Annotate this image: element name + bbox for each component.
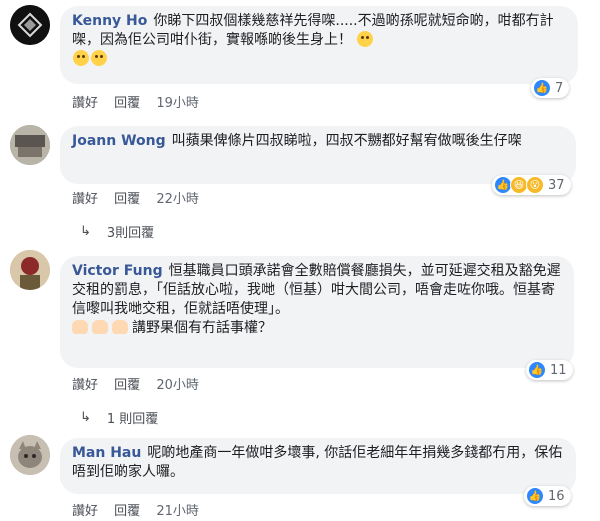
- reply-link[interactable]: 回覆: [114, 504, 140, 519]
- reply-link[interactable]: 回覆: [114, 96, 140, 111]
- replies-count-label: 1 則回覆: [106, 412, 159, 427]
- timestamp[interactable]: 19小時: [156, 96, 199, 111]
- avatar-image: [10, 250, 50, 290]
- reaction-summary[interactable]: 👍 16: [524, 486, 571, 506]
- reply-arrow-icon: ↳: [80, 224, 91, 239]
- reply-link[interactable]: 回覆: [114, 192, 140, 207]
- reaction-summary[interactable]: 👍 7: [531, 78, 570, 98]
- comment-text-extra: 講野果個有冇話事權？: [132, 320, 272, 336]
- like-link[interactable]: 讚好: [72, 192, 98, 207]
- avatar[interactable]: [10, 435, 50, 475]
- comment-text: 呢啲地產商一年做咁多壞事, 你話佢老細年年捐幾多錢都冇用，保佑唔到佢啲家人囉。: [72, 445, 563, 480]
- comment-author[interactable]: Man Hau: [72, 445, 141, 461]
- reply-link[interactable]: 回覆: [114, 378, 140, 393]
- thumbs-up-icon: 👍: [533, 79, 551, 97]
- reaction-count: 16: [548, 488, 565, 504]
- comment-bubble: Kenny Ho 你睇下四叔個樣幾慈祥先得㗎.....不過啲孫呢就短命啲，咁都冇計…: [60, 6, 578, 84]
- pointing-hand-icon: [112, 320, 128, 334]
- reaction-count: 7: [555, 80, 564, 96]
- reaction-count: 11: [550, 362, 567, 378]
- comment-actions: 讚好 回覆 21小時: [72, 500, 211, 519]
- sad-face-icon: [357, 31, 374, 47]
- avatar[interactable]: [10, 125, 50, 165]
- comment-actions: 讚好 回覆 20小時: [72, 374, 211, 393]
- comment-text: 叫蘋果俾條片四叔睇啦，四叔不嬲都好幫宥做嘅後生仔㗎: [171, 133, 522, 149]
- timestamp[interactable]: 20小時: [156, 378, 199, 393]
- timestamp[interactable]: 22小時: [156, 192, 199, 207]
- view-replies-link[interactable]: ↳ 1 則回覆: [80, 408, 158, 427]
- reaction-count: 37: [548, 177, 565, 193]
- thumbs-up-icon: 👍: [528, 361, 546, 379]
- avatar-image: [10, 125, 50, 165]
- timestamp[interactable]: 21小時: [156, 504, 199, 519]
- reaction-summary[interactable]: 👍 11: [526, 360, 573, 380]
- comment-author[interactable]: Victor Fung: [72, 263, 163, 279]
- comment-actions: 讚好 回覆 22小時: [72, 188, 211, 207]
- avatar[interactable]: [10, 5, 50, 45]
- avatar-image: [10, 435, 50, 475]
- sad-face-icon: [91, 50, 107, 66]
- reaction-summary[interactable]: 👍 😆 😮 37: [492, 175, 571, 195]
- pointing-hand-icon: [72, 320, 88, 334]
- pointing-hand-icon: [92, 320, 108, 334]
- thumbs-up-icon: 👍: [526, 487, 544, 505]
- avatar-image: [10, 5, 50, 45]
- view-replies-link[interactable]: ↳ 3則回覆: [80, 222, 154, 241]
- like-link[interactable]: 讚好: [72, 378, 98, 393]
- wow-icon: 😮: [526, 176, 544, 194]
- comment-bubble: Man Hau 呢啲地產商一年做咁多壞事, 你話佢老細年年捐幾多錢都冇用，保佑唔到…: [60, 438, 576, 494]
- like-link[interactable]: 讚好: [72, 504, 98, 519]
- reply-arrow-icon: ↳: [80, 410, 91, 425]
- replies-count-label: 3則回覆: [106, 226, 155, 241]
- like-link[interactable]: 讚好: [72, 96, 98, 111]
- avatar[interactable]: [10, 250, 50, 290]
- comment-actions: 讚好 回覆 19小時: [72, 92, 211, 111]
- comment-author[interactable]: Kenny Ho: [72, 13, 147, 29]
- sad-face-icon: [73, 50, 89, 66]
- comment-bubble: Victor Fung 恒基職員口頭承諾會全數賠償餐廳損失，並可延遲交租及豁免遲交…: [60, 256, 574, 368]
- comment-author[interactable]: Joann Wong: [72, 133, 166, 149]
